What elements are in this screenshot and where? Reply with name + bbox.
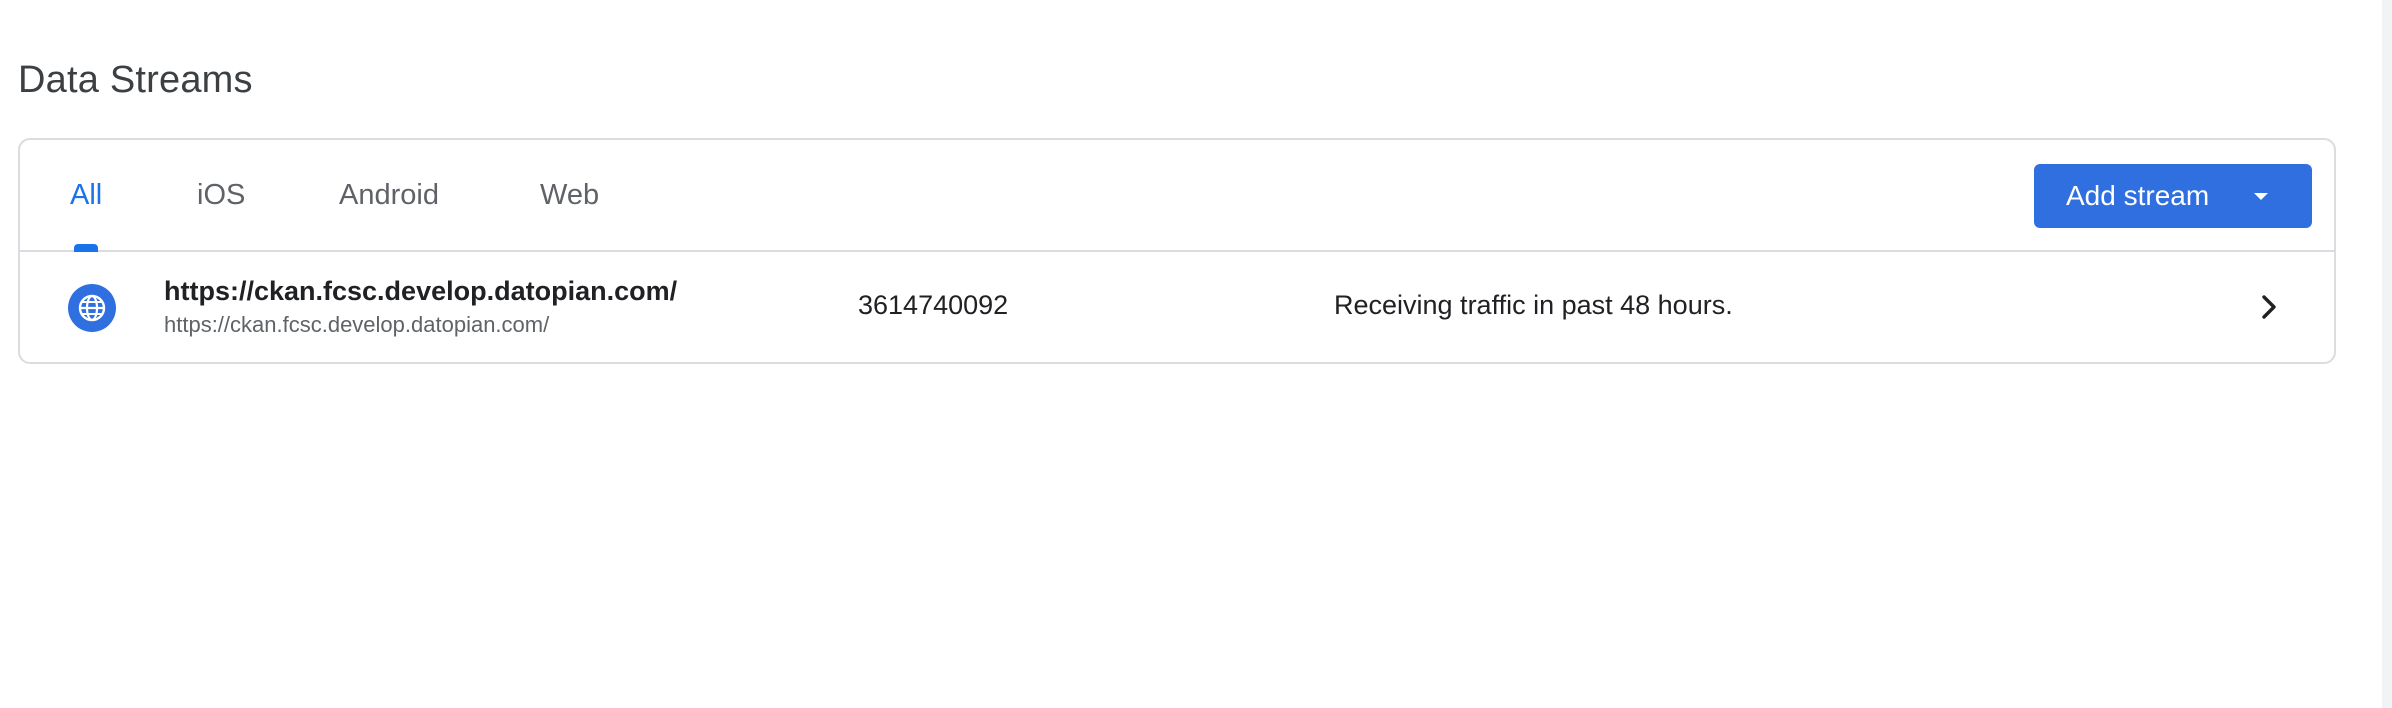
tab-all-label: All <box>70 178 103 211</box>
tab-android-label: Android <box>339 178 439 211</box>
data-streams-card: All iOS Android Web Add stream https://c… <box>18 138 2336 364</box>
stream-tabs: All iOS Android Web Add stream <box>20 140 2334 252</box>
stream-name: https://ckan.fcsc.develop.datopian.com/ <box>164 276 678 306</box>
tab-ios[interactable]: iOS <box>197 140 245 250</box>
arrow-drop-down-icon <box>2254 193 2268 200</box>
active-tab-indicator <box>74 244 99 252</box>
scrollbar-track[interactable] <box>2382 0 2392 708</box>
chevron-right-icon[interactable] <box>2254 292 2284 322</box>
add-stream-label: Add stream <box>2066 180 2210 211</box>
tab-android[interactable]: Android <box>339 140 439 250</box>
tab-all[interactable]: All <box>70 140 103 252</box>
stream-row[interactable]: https://ckan.fcsc.develop.datopian.com/ … <box>20 252 2334 362</box>
page-title: Data Streams <box>18 59 253 101</box>
data-streams-page: Data Streams All iOS Android Web Add str… <box>0 0 2392 708</box>
globe-icon <box>68 284 116 332</box>
tab-web[interactable]: Web <box>540 140 599 250</box>
tab-web-label: Web <box>540 178 600 211</box>
stream-url: https://ckan.fcsc.develop.datopian.com/ <box>164 312 550 337</box>
stream-id: 3614740092 <box>858 290 1009 320</box>
add-stream-button[interactable]: Add stream <box>2034 164 2312 228</box>
tab-ios-label: iOS <box>197 178 246 211</box>
stream-status: Receiving traffic in past 48 hours. <box>1334 290 1733 320</box>
